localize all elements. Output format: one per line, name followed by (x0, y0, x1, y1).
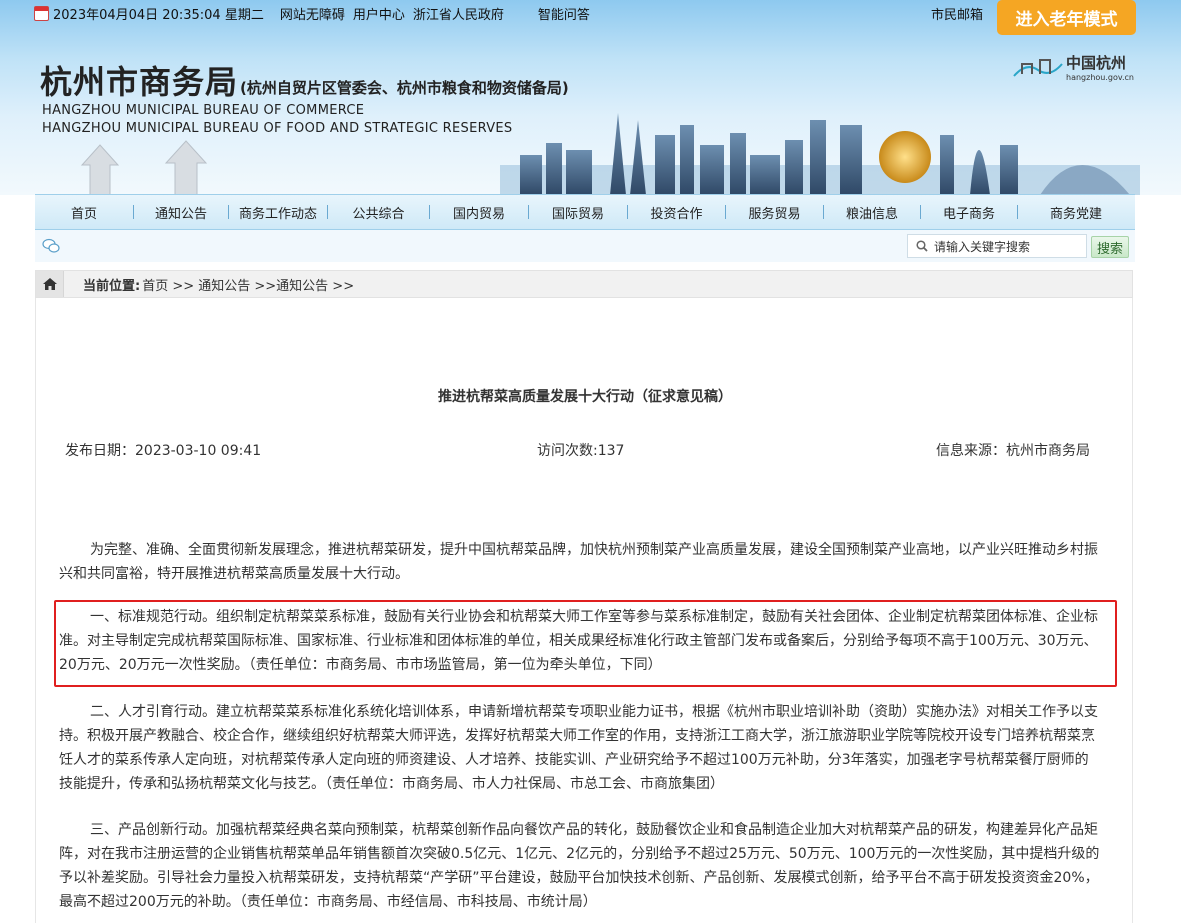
nav-ecommerce[interactable]: 电子商务 (921, 203, 1017, 222)
smart-qa-link[interactable]: 智能问答 (538, 4, 590, 23)
search-icon (916, 240, 928, 252)
site-title-main: 杭州市商务局 (40, 63, 239, 101)
search-placeholder: 请输入关键字搜索 (934, 239, 1031, 254)
breadcrumb: 当前位置: 首页 >> 通知公告 >>通知公告 >> (35, 270, 1133, 298)
main-nav: 首页 通知公告 商务工作动态 公共综合 国内贸易 国际贸易 投资合作 服务贸易 … (35, 194, 1135, 230)
portal-url: hangzhou.gov.cn (1066, 73, 1134, 82)
nav-domestic-trade[interactable]: 国内贸易 (430, 203, 528, 222)
skyline-banner (500, 113, 1140, 195)
user-center-link[interactable]: 用户中心 (353, 4, 405, 23)
hangzhou-logo-icon (1013, 59, 1063, 77)
chat-icon[interactable] (42, 238, 60, 254)
calendar-icon (34, 6, 49, 21)
visit-count: 访问次数:137 (537, 443, 625, 459)
article-paragraph: 一、标准规范行动。组织制定杭帮菜菜系标准，鼓励有关行业协会和杭帮菜大师工作室等参… (59, 609, 1098, 673)
breadcrumb-label: 当前位置: (83, 278, 141, 294)
accessibility-link[interactable]: 网站无障碍 (280, 4, 345, 23)
article-panel: 推进杭帮菜高质量发展十大行动（征求意见稿） 发布日期：2023-03-10 09… (35, 298, 1133, 923)
site-title-en-1: HANGZHOU MUNICIPAL BUREAU OF COMMERCE (42, 103, 365, 118)
search-button[interactable]: 搜索 (1091, 236, 1129, 258)
nav-intl-trade[interactable]: 国际贸易 (529, 203, 627, 222)
citizen-mailbox-link[interactable]: 市民邮箱 (931, 4, 983, 23)
nav-notices[interactable]: 通知公告 (134, 203, 228, 222)
nav-work-news[interactable]: 商务工作动态 (229, 203, 327, 222)
article-title: 推进杭帮菜高质量发展十大行动（征求意见稿） (438, 389, 732, 405)
nav-investment[interactable]: 投资合作 (628, 203, 725, 222)
pagoda-decoration (80, 140, 208, 195)
home-icon[interactable] (36, 271, 64, 297)
publish-date: 发布日期：2023-03-10 09:41 (65, 443, 262, 459)
breadcrumb-path[interactable]: 首页 >> 通知公告 >>通知公告 >> (142, 275, 354, 294)
portal-name: 中国杭州 (1066, 54, 1127, 72)
site-title-en-2: HANGZHOU MUNICIPAL BUREAU OF FOOD AND ST… (42, 121, 513, 136)
elder-mode-button[interactable]: 进入老年模式 (997, 0, 1136, 35)
article-paragraph: 三、产品创新行动。加强杭帮菜经典名菜向预制菜，杭帮菜创新作品向餐饮产品的转化，鼓… (59, 822, 1100, 910)
info-source: 信息来源：杭州市商务局 (936, 443, 1090, 459)
nav-service-trade[interactable]: 服务贸易 (726, 203, 823, 222)
search-bar: 请输入关键字搜索 搜索 (35, 230, 1135, 262)
nav-home[interactable]: 首页 (35, 203, 133, 222)
article-paragraph: 为完整、准确、全面贯彻新发展理念，推进杭帮菜研发，提升中国杭帮菜品牌，加快杭州预… (59, 542, 1098, 582)
zhejiang-gov-link[interactable]: 浙江省人民政府 (413, 4, 504, 23)
nav-party-building[interactable]: 商务党建 (1018, 203, 1134, 222)
article-paragraph: 二、人才引育行动。建立杭帮菜菜系标准化系统化培训体系，申请新增杭帮菜专项职业能力… (59, 704, 1098, 792)
current-datetime: 2023年04月04日 20:35:04 星期二 (53, 8, 264, 23)
site-title: 杭州市商务局 (杭州自贸片区管委会、杭州市粮食和物资储备局) (40, 57, 569, 103)
nav-grain-oil[interactable]: 粮油信息 (824, 203, 920, 222)
china-hangzhou-logo[interactable]: 中国杭州 hangzhou.gov.cn (1012, 52, 1134, 82)
nav-public[interactable]: 公共综合 (328, 203, 429, 222)
search-input[interactable]: 请输入关键字搜索 (907, 234, 1087, 258)
site-title-sub: (杭州自贸片区管委会、杭州市粮食和物资储备局) (240, 79, 569, 97)
